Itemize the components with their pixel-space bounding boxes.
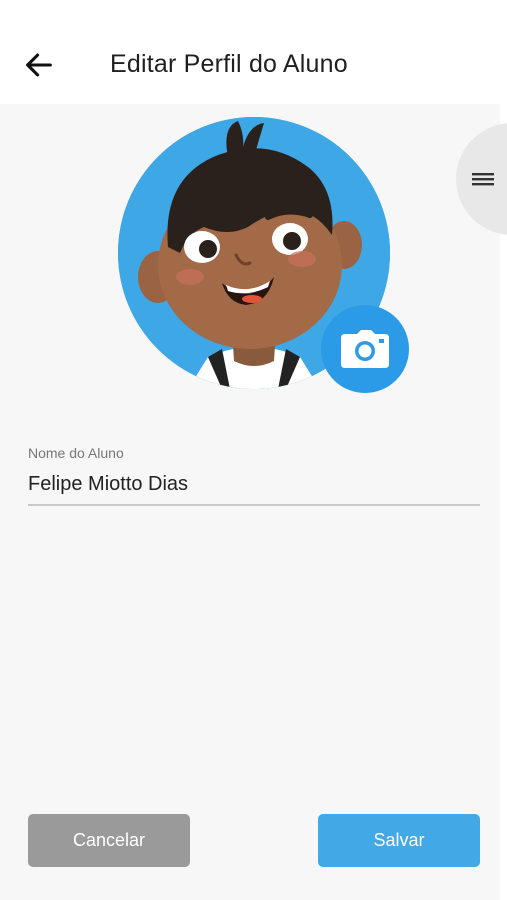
page-title: Editar Perfil do Aluno bbox=[110, 50, 348, 78]
drawer-toggle-button[interactable] bbox=[456, 123, 507, 235]
back-button[interactable] bbox=[18, 44, 60, 86]
menu-icon bbox=[472, 173, 494, 186]
student-name-input[interactable] bbox=[28, 464, 480, 506]
change-photo-button[interactable] bbox=[321, 305, 409, 393]
arrow-left-icon bbox=[26, 53, 52, 77]
save-button[interactable]: Salvar bbox=[318, 814, 480, 867]
cancel-button[interactable]: Cancelar bbox=[28, 814, 190, 867]
app-bar: Editar Perfil do Aluno bbox=[0, 0, 500, 104]
name-field-label: Nome do Aluno bbox=[28, 445, 124, 461]
camera-icon bbox=[341, 330, 389, 368]
